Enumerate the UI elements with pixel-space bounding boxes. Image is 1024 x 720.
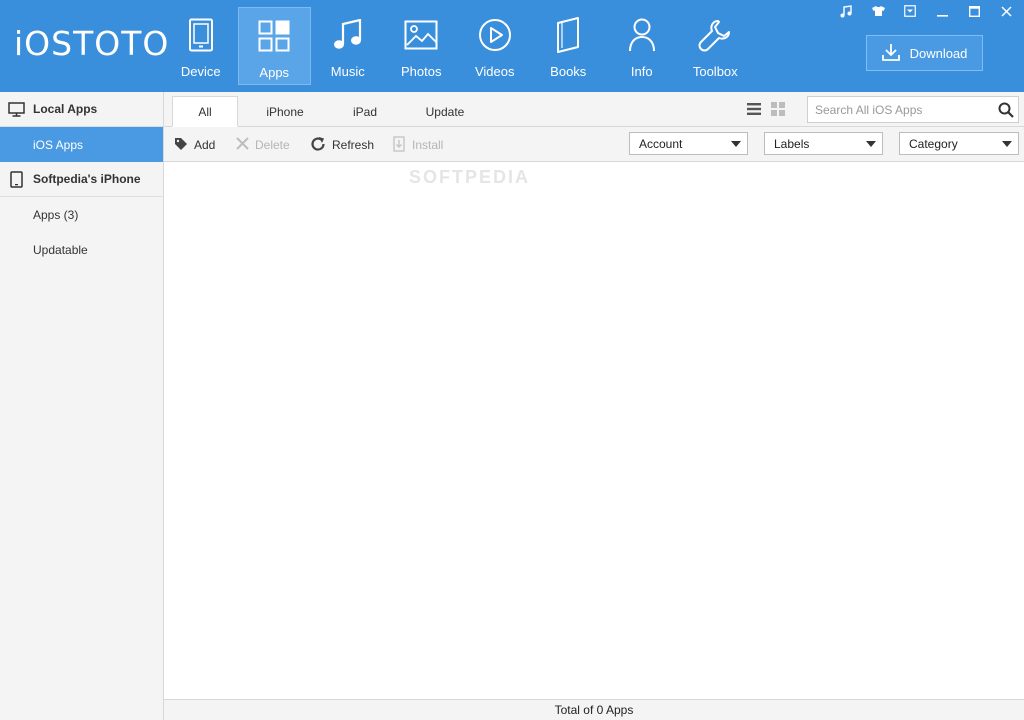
app-logo: iOSTOTO [14,24,170,63]
nav-label: Apps [259,65,290,80]
window-controls [832,2,1020,20]
nav-info[interactable]: Info [605,7,679,85]
close-icon[interactable] [992,2,1020,20]
download-button[interactable]: Download [866,35,983,71]
main-panel: All iPhone iPad Update Add [164,92,1024,720]
phone-icon [8,170,25,188]
nav-device[interactable]: Device [164,7,238,85]
tab-label: Update [425,104,465,119]
tab-label: iPad [352,104,378,119]
category-dropdown[interactable]: Category [899,132,1019,155]
play-circle-icon [477,17,513,53]
search-box [807,96,1019,123]
sidebar-section-label: Local Apps [33,102,98,116]
music-note-icon [330,17,366,53]
delete-x-icon [236,137,249,153]
refresh-icon [310,136,326,155]
watermark: SOFTPEDIA [409,167,531,187]
music-note-icon[interactable] [832,2,860,20]
labels-dropdown-value: Labels [774,136,810,151]
app-list-area: SOFTPEDIA [164,162,1024,699]
add-button[interactable]: Add [174,136,215,154]
tab-label: iPhone [266,104,304,119]
nav-label: Photos [401,64,442,79]
nav-label: Books [550,64,587,79]
nav-books[interactable]: Books [532,7,606,85]
refresh-button[interactable]: Refresh [310,136,374,154]
sidebar-item-label: iOS Apps [33,137,84,152]
labels-dropdown[interactable]: Labels [764,132,883,155]
status-bar: Total of 0 Apps [164,699,1024,720]
tab-all[interactable]: All [172,96,238,127]
delete-button[interactable]: Delete [236,136,290,154]
install-button[interactable]: Install [392,135,444,155]
monitor-icon [8,101,25,118]
download-label: Download [909,45,968,61]
book-icon [550,17,586,53]
nav-music[interactable]: Music [311,7,385,85]
app-header: iOSTOTO Device Apps Music Photos Videos … [0,0,1024,92]
sidebar-item-label: Apps (3) [33,207,79,222]
account-dropdown-value: Account [639,136,683,151]
download-icon [881,43,900,64]
install-icon [392,135,406,155]
sidebar-item-label: Updatable [33,242,88,257]
refresh-label: Refresh [332,138,375,152]
sidebar-item-ios-apps[interactable]: iOS Apps [0,127,163,162]
nav-toolbox[interactable]: Toolbox [679,7,753,85]
nav-label: Toolbox [692,64,738,79]
apps-grid-icon [256,18,292,54]
chevron-down-icon [866,140,876,147]
list-view-icon[interactable] [746,101,762,117]
add-tag-icon [174,137,188,154]
menu-dropdown-icon[interactable] [896,2,924,20]
sidebar: Local Apps iOS Apps Softpedia's iPhone A… [0,92,164,720]
sidebar-section-device[interactable]: Softpedia's iPhone [0,162,163,197]
grid-view-icon[interactable] [770,101,786,117]
nav-apps[interactable]: Apps [237,7,311,85]
wrench-icon [697,17,733,53]
chevron-down-icon [1002,140,1012,147]
add-label: Add [194,138,216,152]
sidebar-item-updatable[interactable]: Updatable [0,232,163,267]
category-dropdown-value: Category [909,136,958,151]
toolbar: Add Delete Refresh Install Account Label… [164,127,1024,162]
user-icon [624,17,660,53]
install-label: Install [412,138,444,152]
tab-label: All [198,104,212,119]
nav-label: Music [330,64,365,79]
tablet-icon [183,17,219,53]
tab-bar: All iPhone iPad Update [164,92,1024,127]
sidebar-section-local-apps[interactable]: Local Apps [0,92,163,127]
nav-photos[interactable]: Photos [385,7,459,85]
delete-label: Delete [255,138,290,152]
nav-label: Videos [474,64,515,79]
tab-ipad[interactable]: iPad [332,96,398,127]
sidebar-item-apps[interactable]: Apps (3) [0,197,163,232]
chevron-down-icon [731,140,741,147]
tab-update[interactable]: Update [412,96,478,127]
tab-iphone[interactable]: iPhone [252,96,318,127]
nav-label: Info [630,64,653,79]
search-input[interactable] [808,97,994,122]
nav-label: Device [180,64,221,79]
photo-icon [403,17,439,53]
search-icon[interactable] [994,102,1018,118]
tshirt-skin-icon[interactable] [864,2,892,20]
main-nav: Device Apps Music Photos Videos Books In… [164,7,752,85]
maximize-icon[interactable] [960,2,988,20]
account-dropdown[interactable]: Account [629,132,748,155]
status-text: Total of 0 Apps [554,703,634,717]
minimize-icon[interactable] [928,2,956,20]
nav-videos[interactable]: Videos [458,7,532,85]
sidebar-section-label: Softpedia's iPhone [33,172,141,186]
